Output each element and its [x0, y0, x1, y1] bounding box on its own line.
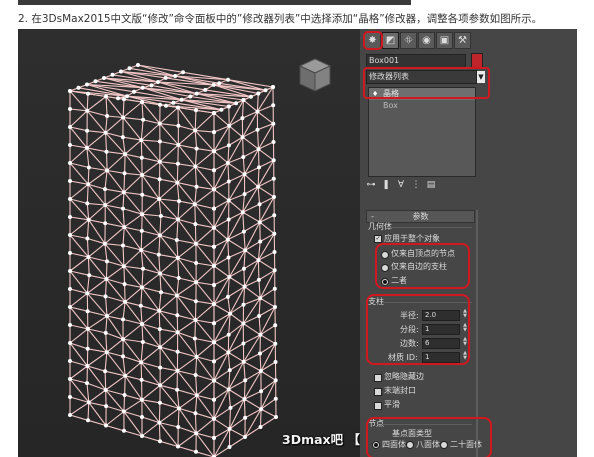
highlight-modifier-list — [363, 67, 490, 99]
show-end-result-icon[interactable]: ❚ — [381, 180, 391, 190]
perspective-viewport[interactable] — [18, 29, 360, 457]
modify-icon[interactable]: ◩ — [382, 32, 399, 49]
object-name-field[interactable]: Box001 — [366, 54, 466, 68]
highlight-modify-tab — [363, 31, 383, 50]
highlight-joints-group — [366, 417, 492, 457]
remove-modifier-icon[interactable]: ⋮ — [411, 180, 421, 190]
command-panel: ✸ ◩ ⛗ ◉ ▣ ⚒ Box001 修改器列表 ▼ ♦ 晶格 Box ⊶ ❚ … — [360, 29, 577, 457]
collapse-icon: - — [371, 212, 374, 221]
smooth-label: 平滑 — [384, 400, 400, 409]
group-divider — [386, 227, 472, 228]
end-caps-checkbox[interactable] — [374, 388, 382, 396]
stack-item-box[interactable]: Box — [369, 100, 475, 112]
instruction-text: 2. 在3DsMax2015中文版“修改”命令面板中的”修改器列表”中选择添加“… — [18, 13, 543, 25]
ignore-hidden-edges-checkbox[interactable] — [374, 374, 382, 382]
lattice-mesh[interactable] — [18, 29, 360, 457]
rollout-title: 参数 — [412, 212, 429, 221]
motion-icon[interactable]: ◉ — [418, 32, 435, 49]
pin-stack-icon[interactable]: ⊶ — [366, 180, 376, 190]
modifier-stack: ♦ 晶格 Box — [368, 87, 476, 177]
highlight-struts-group — [366, 294, 470, 365]
make-unique-icon[interactable]: ∀ — [396, 180, 406, 190]
smooth-checkbox[interactable] — [374, 402, 382, 410]
stack-item-label: Box — [383, 101, 398, 110]
hierarchy-icon[interactable]: ⛗ — [400, 32, 417, 49]
configure-sets-icon[interactable]: ▤ — [426, 180, 436, 190]
top-image-edge — [18, 0, 411, 5]
highlight-both-option — [375, 243, 470, 289]
ignore-hidden-edges-label: 忽略隐藏边 — [384, 372, 424, 381]
stack-toolbar: ⊶ ❚ ∀ ⋮ ▤ — [366, 180, 481, 190]
display-icon[interactable]: ▣ — [436, 32, 453, 49]
end-caps-label: 末端封口 — [384, 386, 416, 395]
utilities-icon[interactable]: ⚒ — [454, 32, 471, 49]
3dsmax-screenshot: 3Dmax吧 【www.linecg.com/tieba/1771】 ✸ ◩ ⛗… — [18, 29, 577, 457]
apply-entire-object-checkbox[interactable]: ✓ — [374, 235, 382, 243]
